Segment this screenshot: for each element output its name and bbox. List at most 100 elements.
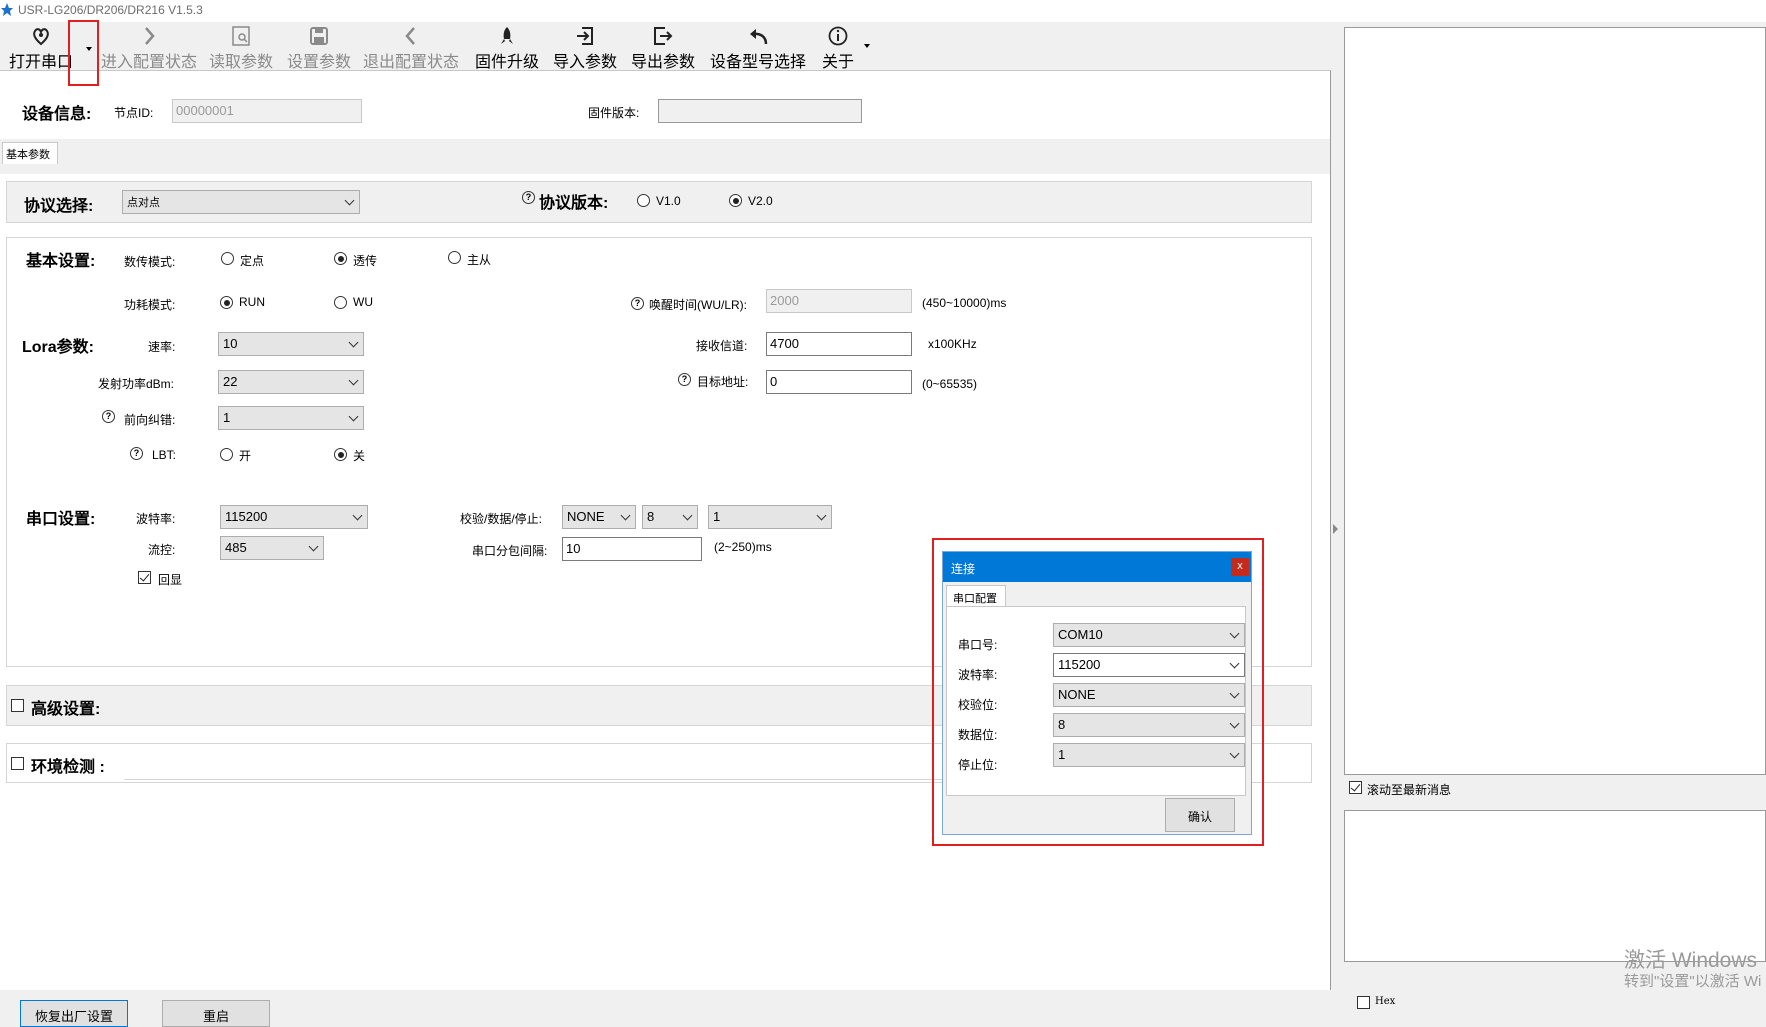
parity-select[interactable]: NONE	[562, 505, 636, 529]
help-icon[interactable]: ?	[631, 297, 644, 310]
protocol-select[interactable]: 点对点	[122, 190, 360, 214]
read-params-button[interactable]: 读取参数	[206, 22, 276, 71]
packet-interval-field[interactable]: 10	[562, 537, 702, 561]
node-id-field[interactable]: 00000001	[172, 99, 362, 123]
lora-heading: Lora参数:	[22, 339, 95, 356]
import-params-label: 导入参数	[552, 54, 617, 71]
mode-master-slave-label: 主从	[467, 253, 492, 267]
protocol-v2-radio[interactable]	[729, 194, 742, 207]
rate-select[interactable]: 10	[218, 332, 364, 356]
fec-label: 前向纠错:	[124, 413, 176, 427]
mode-transparent-label: 透传	[353, 254, 378, 268]
fec-value: 1	[223, 410, 231, 425]
flow-control-select[interactable]: 485	[220, 536, 324, 560]
stop-bits-select[interactable]: 1	[708, 505, 832, 529]
wake-time-field[interactable]: 2000	[766, 289, 912, 313]
set-params-label: 设置参数	[286, 54, 351, 71]
echo-label: 回显	[158, 573, 183, 587]
mode-transparent-radio[interactable]	[334, 252, 347, 265]
device-model-button[interactable]: 设备型号选择	[706, 22, 810, 71]
rate-label: 速率:	[148, 340, 176, 354]
send-panel[interactable]	[1344, 810, 1766, 962]
undo-arrow-icon	[750, 29, 768, 45]
splitter-arrow-icon	[1333, 524, 1338, 534]
help-icon[interactable]: ?	[522, 191, 535, 204]
parity-value: NONE	[567, 509, 605, 524]
target-address-field[interactable]: 0	[766, 370, 912, 394]
import-icon	[577, 27, 593, 45]
target-address-label: 目标地址:	[697, 375, 749, 389]
protocol-version-label: 协议版本:	[539, 195, 609, 212]
toolbar: 打开串口 进入配置状态 读取参数 设置参数 退出配置状态 固件升级 导入参数 导…	[0, 22, 1330, 71]
save-icon	[310, 27, 328, 45]
enter-config-button[interactable]: 进入配置状态	[100, 22, 198, 71]
import-params-button[interactable]: 导入参数	[550, 22, 620, 71]
chevron-down-icon	[348, 411, 359, 422]
info-icon	[828, 26, 848, 46]
help-icon[interactable]: ?	[102, 410, 115, 423]
splitter-handle[interactable]	[1330, 490, 1342, 570]
toolbar-overflow-icon[interactable]	[864, 44, 870, 48]
receive-log-panel[interactable]	[1344, 27, 1766, 775]
help-icon[interactable]: ?	[130, 447, 143, 460]
mode-fixed-label: 定点	[240, 254, 265, 268]
about-button[interactable]: 关于	[818, 22, 858, 71]
serial-heading: 串口设置:	[26, 511, 96, 528]
mode-fixed-radio[interactable]	[221, 252, 234, 265]
tx-power-label: 发射功率dBm:	[98, 377, 175, 391]
lbt-off-radio[interactable]	[334, 448, 347, 461]
restore-factory-button[interactable]: 恢复出厂设置	[20, 1000, 128, 1027]
data-bits-select[interactable]: 8	[642, 505, 698, 529]
power-run-radio[interactable]	[220, 296, 233, 309]
serial-baud-value: 115200	[225, 509, 268, 524]
enter-config-label: 进入配置状态	[100, 54, 197, 71]
export-icon	[654, 27, 673, 45]
export-params-label: 导出参数	[630, 54, 695, 71]
exit-config-button[interactable]: 退出配置状态	[362, 22, 460, 71]
main-panel: 设备信息: 节点ID: 00000001 固件版本: 基本参数 协议选择: 点对…	[0, 70, 1331, 990]
env-checkbox[interactable]	[11, 757, 24, 770]
export-params-button[interactable]: 导出参数	[628, 22, 698, 71]
set-params-button[interactable]: 设置参数	[284, 22, 354, 71]
serial-baud-select[interactable]: 115200	[220, 505, 368, 529]
restart-button[interactable]: 重启	[162, 1000, 270, 1027]
firmware-upgrade-button[interactable]: 固件升级	[472, 22, 542, 71]
flow-control-label: 流控:	[148, 543, 176, 557]
chevron-down-icon	[308, 541, 319, 552]
hex-checkbox[interactable]	[1357, 996, 1370, 1009]
advanced-checkbox[interactable]	[11, 699, 24, 712]
title-bar: USR-LG206/DR206/DR216 V1.5.3	[0, 0, 1766, 22]
node-id-label: 节点ID:	[114, 106, 154, 120]
channel-field[interactable]: 4700	[766, 332, 912, 356]
tab-basic-params[interactable]: 基本参数	[2, 142, 58, 164]
protocol-v1-radio[interactable]	[637, 194, 650, 207]
env-label: 环境检测 :	[31, 759, 105, 776]
fec-select[interactable]: 1	[218, 406, 364, 430]
window-title: USR-LG206/DR206/DR216 V1.5.3	[18, 3, 203, 17]
power-wu-radio[interactable]	[334, 296, 347, 309]
heart-pin-icon	[33, 28, 49, 46]
dialog-highlight-box	[932, 538, 1264, 846]
serial-baud-label: 波特率:	[136, 512, 176, 526]
help-icon[interactable]: ?	[678, 373, 691, 386]
wake-time-label: 唤醒时间(WU/LR):	[649, 298, 747, 312]
env-divider	[124, 779, 944, 780]
device-model-label: 设备型号选择	[709, 54, 806, 71]
chevron-right-icon	[145, 27, 155, 45]
tx-power-select[interactable]: 22	[218, 370, 364, 394]
scroll-latest-checkbox[interactable]	[1349, 781, 1362, 794]
mode-label: 数传模式:	[124, 255, 176, 269]
open-port-button[interactable]: 打开串口	[4, 22, 78, 71]
echo-checkbox[interactable]	[138, 571, 151, 584]
read-params-label: 读取参数	[208, 54, 273, 71]
protocol-v2-label: V2.0	[748, 194, 773, 208]
firmware-version-field[interactable]	[658, 99, 862, 123]
chevron-down-icon	[352, 510, 363, 521]
advanced-label: 高级设置:	[31, 701, 101, 718]
data-bits-value: 8	[647, 509, 655, 524]
lbt-on-radio[interactable]	[220, 448, 233, 461]
basic-settings-heading: 基本设置:	[26, 253, 96, 270]
open-port-label: 打开串口	[8, 54, 73, 71]
channel-label: 接收信道:	[696, 339, 748, 353]
mode-master-slave-radio[interactable]	[448, 251, 461, 264]
